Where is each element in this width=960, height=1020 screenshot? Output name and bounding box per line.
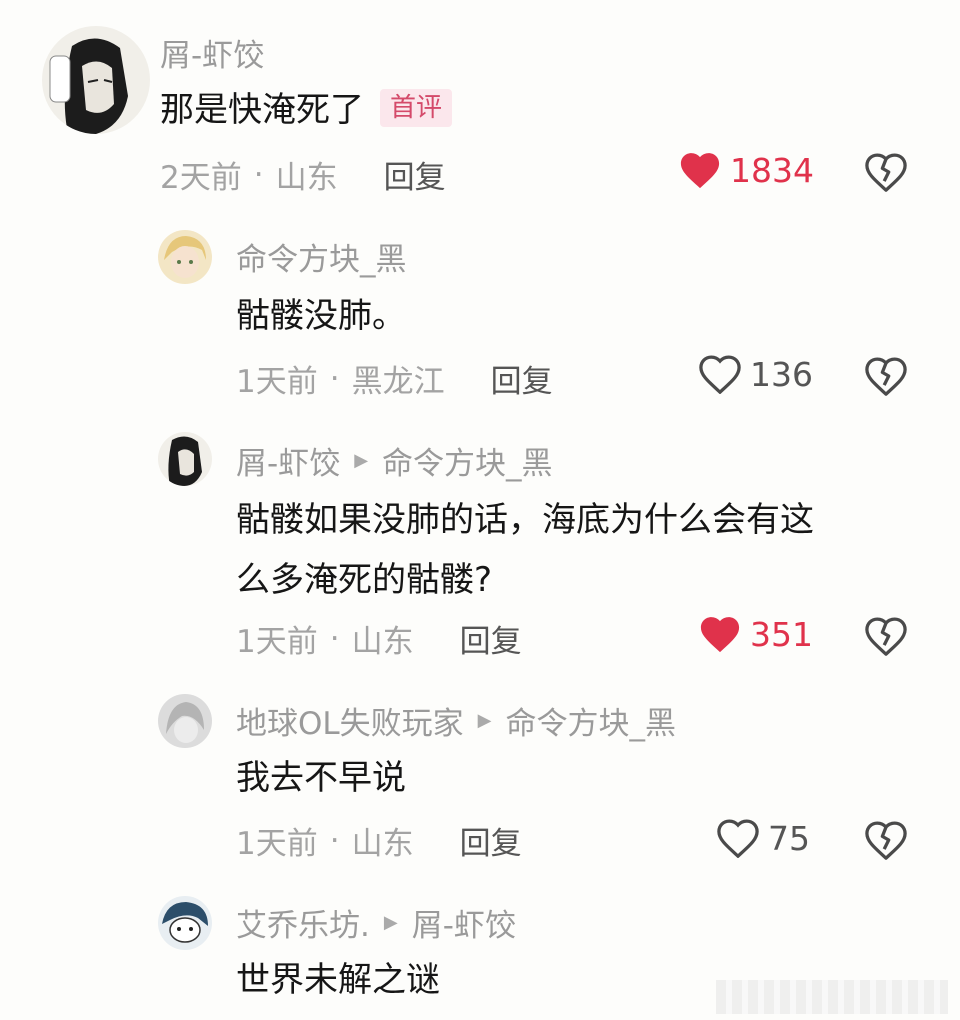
reply-button[interactable]: 回复 <box>460 616 522 661</box>
like-button[interactable]: 136 <box>698 354 813 394</box>
like-count: 75 <box>768 818 810 858</box>
reply-to-user[interactable]: 命令方块_黑 <box>506 698 677 743</box>
like-count: 351 <box>750 614 813 654</box>
broken-heart-icon[interactable] <box>864 356 908 396</box>
broken-heart-icon[interactable] <box>864 820 908 860</box>
avatar[interactable] <box>158 896 212 950</box>
timestamp: 1天前 <box>236 624 318 660</box>
timestamp: 1天前 <box>236 364 318 400</box>
first-comment-badge: 首评 <box>380 88 453 127</box>
location: 山东 <box>275 160 338 196</box>
comment-text: 骷髅如果没肺的话，海底为什么会有这 么多淹死的骷髅? <box>236 500 814 600</box>
avatar[interactable] <box>158 230 212 284</box>
timestamp: 2天前 <box>160 160 242 196</box>
comment-text: 那是快淹死了 首评 <box>160 80 453 140</box>
like-button[interactable]: 351 <box>698 614 813 654</box>
comment-username[interactable]: 屑-虾饺 <box>160 30 264 75</box>
reply-to-user[interactable]: 屑-虾饺 <box>412 900 516 945</box>
heart-outline-icon <box>699 355 741 394</box>
like-button[interactable]: 75 <box>716 818 810 858</box>
comment-meta: 1天前 · 黑龙江 回复 <box>236 356 553 401</box>
separator: · <box>329 360 340 397</box>
comment-meta: 2天前 · 山东 回复 <box>160 152 446 197</box>
reply-button[interactable]: 回复 <box>460 818 522 863</box>
comment-text: 骷髅没肺。 <box>236 296 406 336</box>
location: 黑龙江 <box>351 364 445 400</box>
like-button[interactable]: 1834 <box>678 150 814 190</box>
separator: · <box>329 822 340 859</box>
watermark <box>716 980 948 1014</box>
reply-to-user[interactable]: 命令方块_黑 <box>382 438 553 483</box>
reply-arrow-icon: ▶ <box>477 710 492 731</box>
comment-text: 我去不早说 <box>236 758 406 798</box>
like-count: 136 <box>750 354 813 394</box>
broken-heart-icon[interactable] <box>864 616 908 656</box>
timestamp: 1天前 <box>236 826 318 862</box>
location: 山东 <box>351 624 414 660</box>
broken-heart-icon[interactable] <box>864 152 908 192</box>
heart-icon <box>700 617 740 653</box>
like-count: 1834 <box>730 150 814 190</box>
comment-meta: 1天前 · 山东 回复 <box>236 818 522 863</box>
reply-arrow-icon: ▶ <box>383 912 398 933</box>
heart-icon <box>680 153 720 189</box>
comment-meta: 1天前 · 山东 回复 <box>236 616 522 661</box>
reply-button[interactable]: 回复 <box>384 152 446 197</box>
comment-username[interactable]: 地球OL失败玩家 ▶ 命令方块_黑 <box>236 698 676 743</box>
comment-username[interactable]: 屑-虾饺 ▶ 命令方块_黑 <box>236 438 553 483</box>
comment-username[interactable]: 艾乔乐坊. ▶ 屑-虾饺 <box>236 900 516 945</box>
location: 山东 <box>351 826 414 862</box>
comment-text: 世界未解之谜 <box>236 960 440 1000</box>
avatar[interactable] <box>158 694 212 748</box>
reply-button[interactable]: 回复 <box>491 356 553 401</box>
comment-username[interactable]: 命令方块_黑 <box>236 234 407 279</box>
avatar[interactable] <box>42 26 150 134</box>
heart-outline-icon <box>717 819 759 858</box>
separator: · <box>253 156 264 193</box>
reply-arrow-icon: ▶ <box>354 450 369 471</box>
separator: · <box>329 620 340 657</box>
avatar[interactable] <box>158 432 212 486</box>
